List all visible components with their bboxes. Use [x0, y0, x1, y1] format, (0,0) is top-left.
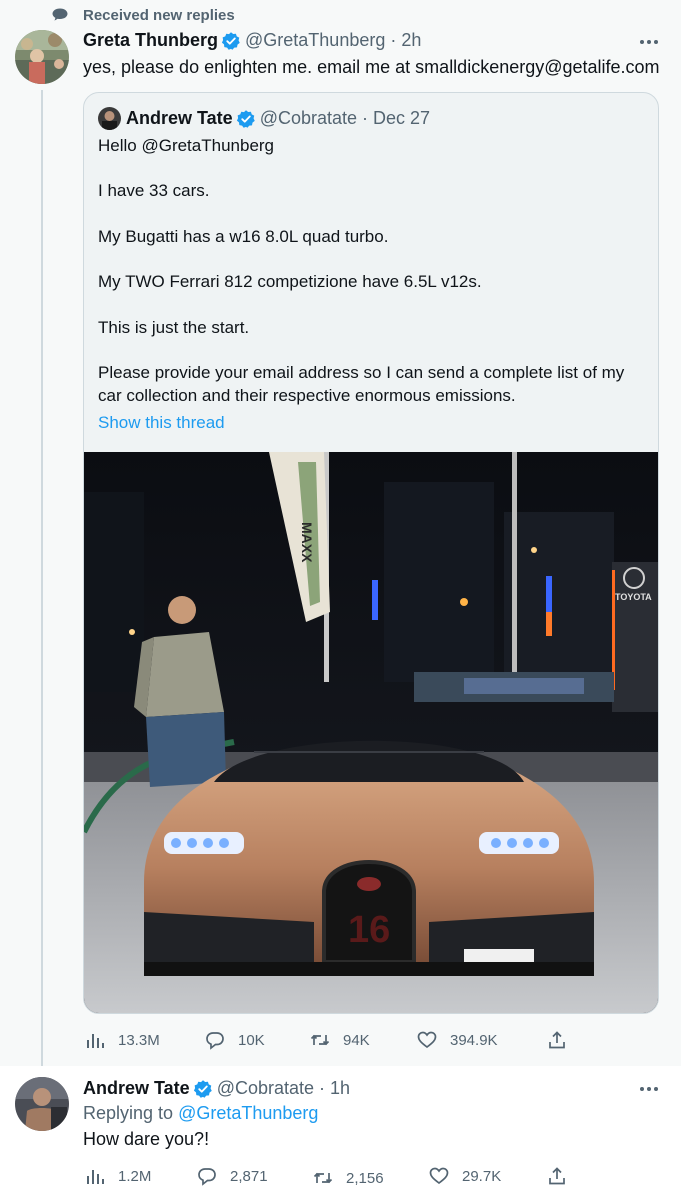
share-icon — [549, 1167, 565, 1185]
quoted-tweet-card[interactable]: Andrew Tate @Cobratate · Dec 27 Hello @G… — [83, 92, 659, 1014]
header-separator: · — [390, 30, 397, 50]
quoted-text-line: car collection and their respective enor… — [98, 386, 516, 405]
quoted-text-line: Please provide your email address so I c… — [98, 363, 625, 382]
reply-count: 10K — [238, 1031, 265, 1049]
tweet-time[interactable]: 2h — [401, 30, 421, 51]
avatar-greta[interactable] — [15, 30, 69, 84]
retweet-count: 94K — [343, 1031, 370, 1049]
main-tweet-header: Greta Thunberg @GretaThunberg · 2h — [83, 30, 421, 51]
heart-icon — [429, 1167, 449, 1185]
like-count: 394.9K — [450, 1031, 498, 1049]
heart-icon — [417, 1031, 437, 1049]
andrew-avatar-image — [98, 107, 121, 130]
author-name[interactable]: Andrew Tate — [83, 1078, 190, 1099]
chat-bubble-icon — [52, 8, 68, 21]
replying-to-handle-link[interactable]: @GretaThunberg — [178, 1103, 318, 1123]
reply-tweet-text: How dare you?! — [83, 1129, 210, 1149]
share-button[interactable] — [547, 1166, 580, 1186]
views-stat[interactable]: 13.3M — [85, 1030, 160, 1050]
more-options-icon[interactable] — [639, 38, 659, 46]
show-this-thread-link[interactable]: Show this thread — [98, 413, 225, 433]
tweet-time[interactable]: 1h — [330, 1078, 350, 1099]
quoted-author-handle[interactable]: @Cobratate — [260, 108, 357, 129]
author-handle[interactable]: @Cobratate — [217, 1078, 314, 1099]
views-count: 13.3M — [118, 1031, 160, 1049]
like-count: 29.7K — [462, 1167, 502, 1185]
retweet-count: 2,156 — [346, 1169, 384, 1187]
verified-badge-icon — [236, 109, 255, 128]
quoted-text-line: Hello @GretaThunberg — [98, 136, 275, 155]
header-separator: · — [362, 108, 369, 128]
quoted-tweet-date[interactable]: Dec 27 — [373, 108, 430, 129]
retweet-button[interactable]: 94K — [310, 1030, 370, 1050]
quoted-text-line: This is just the start. — [98, 318, 250, 337]
reply-icon — [206, 1032, 224, 1050]
views-stat[interactable]: 1.2M — [85, 1166, 151, 1186]
reply-icon — [198, 1168, 216, 1186]
retweet-icon — [313, 1172, 333, 1184]
andrew-avatar-image — [15, 1077, 69, 1131]
quoted-tweet-header: Andrew Tate @Cobratate · Dec 27 — [98, 107, 430, 130]
quoted-author-name[interactable]: Andrew Tate — [126, 108, 233, 129]
svg-text:16: 16 — [348, 909, 390, 951]
greta-avatar-image — [15, 30, 69, 84]
main-tweet[interactable]: Received new replies Greta Thunberg @Gre… — [0, 0, 681, 1066]
replying-to-label: Replying to — [83, 1103, 174, 1123]
retweet-icon — [310, 1034, 330, 1046]
share-icon — [549, 1031, 565, 1049]
reply-button[interactable]: 10K — [205, 1030, 265, 1050]
reply-button[interactable]: 2,871 — [197, 1166, 268, 1186]
replying-to-line: Replying to @GretaThunberg — [83, 1102, 318, 1124]
flag-sign-text: MAXX — [299, 522, 315, 563]
verified-badge-icon — [193, 1079, 212, 1098]
like-button[interactable]: 394.9K — [417, 1030, 498, 1050]
context-label: Received new replies — [83, 7, 235, 24]
author-handle[interactable]: @GretaThunberg — [245, 30, 385, 51]
reply-count: 2,871 — [230, 1167, 268, 1185]
like-button[interactable]: 29.7K — [429, 1166, 501, 1186]
quoted-text-line: My TWO Ferrari 812 competizione have 6.5… — [98, 272, 482, 291]
retweet-button[interactable]: 2,156 — [313, 1168, 384, 1188]
quoted-text-line: My Bugatti has a w16 8.0L quad turbo. — [98, 227, 389, 246]
views-icon — [87, 1170, 104, 1184]
main-tweet-text: yes, please do enlighten me. email me at… — [83, 57, 660, 77]
avatar-andrew-small — [98, 107, 121, 130]
verified-badge-icon — [221, 31, 240, 50]
header-separator: · — [319, 1078, 326, 1098]
views-count: 1.2M — [118, 1167, 152, 1185]
avatar-andrew[interactable] — [15, 1077, 69, 1131]
thread-connector-line — [41, 90, 43, 1066]
bugatti-photo[interactable]: MAXX TOYOTA 16 — [84, 452, 659, 1014]
share-button[interactable] — [547, 1030, 580, 1050]
more-options-icon[interactable] — [639, 1085, 659, 1093]
reply-tweet-header: Andrew Tate @Cobratate · 1h — [83, 1078, 350, 1099]
views-icon — [87, 1034, 104, 1048]
quoted-text-line: I have 33 cars. — [98, 181, 210, 200]
author-name[interactable]: Greta Thunberg — [83, 30, 218, 51]
dealer-sign-text: TOYOTA — [615, 592, 652, 602]
